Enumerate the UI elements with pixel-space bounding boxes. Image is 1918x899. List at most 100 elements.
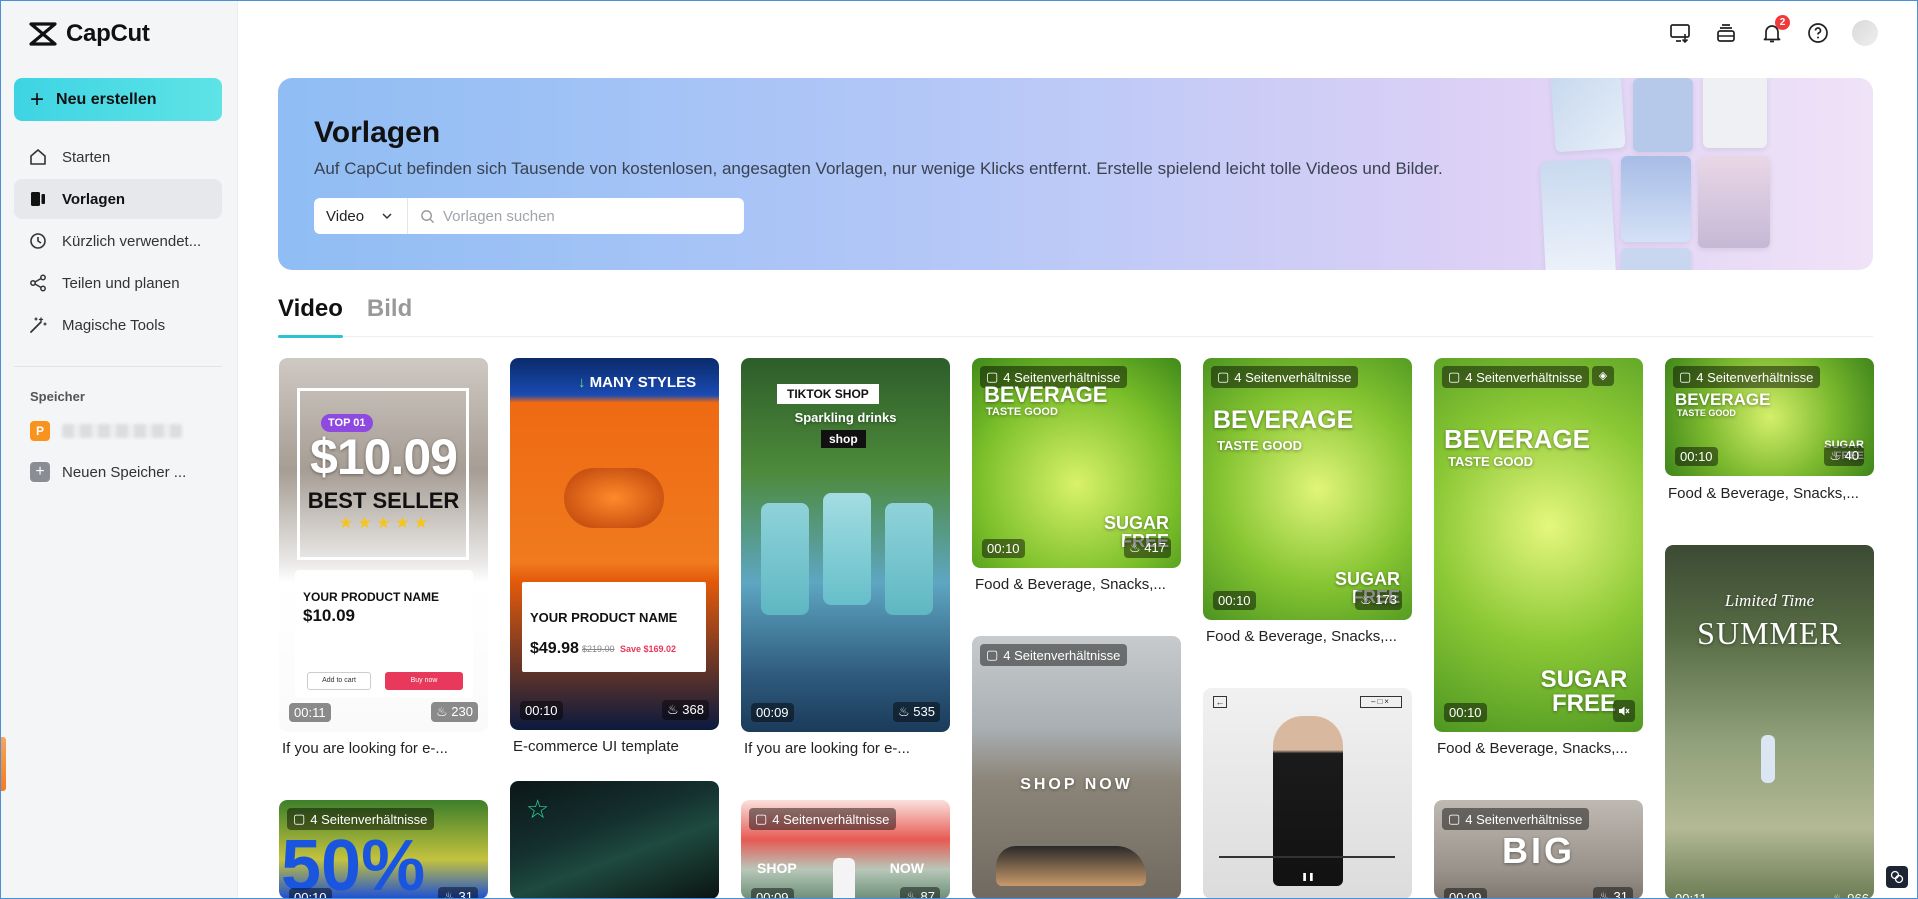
- template-card[interactable]: ▢ 4 Seitenverhältnisse BEVERAGE TASTE GO…: [1203, 358, 1412, 620]
- template-card[interactable]: ↓ MANY STYLES YOUR PRODUCT NAME $49.98 $…: [510, 358, 719, 730]
- banner-collage-image: [1533, 78, 1793, 270]
- best-seller-label: BEST SELLER: [307, 488, 460, 513]
- template-card[interactable]: TIKTOK SHOP Sparkling drinks shop 00:09 …: [741, 358, 950, 732]
- likes-count: ♨ 87: [900, 887, 940, 899]
- likes-value: 31: [1613, 889, 1628, 899]
- summer-title: SUMMER: [1697, 615, 1842, 651]
- plus-icon: +: [30, 462, 50, 482]
- space-item[interactable]: P: [30, 421, 182, 441]
- template-thumbnail: ▢ 4 Seitenverhältnisse SHOP NOW 00:09 ♨ …: [741, 800, 950, 899]
- sidebar-item-label: Teilen und planen: [62, 274, 180, 292]
- sidebar-item-starten[interactable]: Starten: [14, 137, 222, 177]
- rating-stars: ★ ★ ★ ★ ★: [338, 515, 429, 532]
- big-title: BIG: [1501, 830, 1575, 871]
- pause-icon[interactable]: ❚❚: [1299, 868, 1317, 886]
- template-card[interactable]: ← –□× ❚❚: [1203, 688, 1412, 899]
- aspect-ratio-badge: ▢ 4 Seitenverhältnisse: [1442, 808, 1590, 830]
- search-input[interactable]: [443, 207, 743, 225]
- product-name: YOUR PRODUCT NAME: [530, 610, 678, 625]
- duration-label: 00:09: [1444, 888, 1487, 899]
- new-space-label: Neuen Speicher ...: [62, 463, 187, 481]
- translate-floating-button[interactable]: [1886, 866, 1908, 888]
- template-thumbnail: ↓ MANY STYLES YOUR PRODUCT NAME $49.98 $…: [510, 358, 719, 730]
- template-card[interactable]: ▢ 4 Seitenverhältnisse 50% 00:10 ♨ 31: [279, 800, 488, 899]
- template-card[interactable]: Limited Time SUMMER: [1665, 545, 1874, 899]
- template-card[interactable]: ▢ 4 Seitenverhältnisse ◈ BEVERAGE TASTE …: [1434, 358, 1643, 732]
- many-styles-label: MANY STYLES: [589, 374, 697, 391]
- notifications-button[interactable]: 2: [1760, 15, 1790, 45]
- tab-bild[interactable]: Bild: [367, 293, 412, 337]
- template-card[interactable]: ▢ 4 Seitenverhältnisse SHOP NOW: [972, 636, 1181, 899]
- likes-value: 368: [682, 702, 704, 717]
- template-caption[interactable]: Food & Beverage, Snacks,...: [1206, 628, 1397, 645]
- duration-label: 00:09: [751, 888, 794, 899]
- template-caption[interactable]: Food & Beverage, Snacks,...: [975, 576, 1166, 593]
- product-price: $10.09: [303, 606, 355, 625]
- duration-label: 00:11: [1675, 891, 1707, 899]
- duration-label: 00:10: [1444, 703, 1487, 722]
- templates-banner: Vorlagen Auf CapCut befinden sich Tausen…: [278, 78, 1873, 270]
- space-name-redacted: [62, 424, 182, 438]
- template-caption[interactable]: If you are looking for e-...: [744, 740, 910, 757]
- template-card[interactable]: ▢ 4 Seitenverhältnisse SHOP NOW 00:09 ♨ …: [741, 800, 950, 899]
- likes-count: ♨ 535: [893, 702, 940, 722]
- help-icon[interactable]: [1806, 21, 1830, 45]
- template-card[interactable]: TOP 01 $10.09 BEST SELLER ★ ★ ★ ★ ★ YOUR…: [279, 358, 488, 732]
- side-edge-tab[interactable]: [0, 737, 6, 791]
- template-caption[interactable]: Food & Beverage, Snacks,...: [1437, 740, 1628, 757]
- download-monitor-icon[interactable]: [1668, 21, 1692, 45]
- taste-good-label: TASTE GOOD: [1448, 454, 1533, 469]
- magic-wand-icon: [30, 317, 47, 333]
- sidebar-item-label: Kürzlich verwendet...: [62, 232, 202, 250]
- ratio-label: 4 Seitenverhältnisse: [1465, 369, 1583, 385]
- sidebar-item-label: Starten: [62, 148, 111, 166]
- search-field: [408, 207, 744, 225]
- capcut-logo-icon: [29, 22, 57, 46]
- capcut-logo[interactable]: CapCut: [28, 20, 150, 48]
- likes-count: ♨ 173: [1355, 590, 1402, 610]
- likes-count: ♨ 230: [431, 702, 478, 722]
- capcut-app: CapCut + Neu erstellen Starten Vorlagen …: [0, 0, 1918, 899]
- user-avatar[interactable]: [1852, 20, 1878, 46]
- notification-badge: 2: [1775, 15, 1790, 30]
- sidebar-item-share[interactable]: Teilen und planen: [14, 263, 222, 303]
- taste-good-label: TASTE GOOD: [986, 406, 1058, 418]
- template-caption[interactable]: Food & Beverage, Snacks,...: [1668, 485, 1859, 502]
- template-caption[interactable]: E-commerce UI template: [513, 738, 679, 755]
- likes-count: ♨ 417: [1124, 538, 1171, 558]
- sidebar-item-magic-tools[interactable]: Magische Tools: [14, 305, 222, 345]
- media-type-select[interactable]: Video: [314, 198, 408, 234]
- likes-count: ♨ 40: [1824, 446, 1864, 466]
- create-new-button[interactable]: + Neu erstellen: [14, 78, 222, 121]
- likes-count: ♨ 31: [1593, 887, 1633, 899]
- template-thumbnail: ▢ 4 Seitenverhältnisse BEVERAGE TASTE GO…: [1203, 358, 1412, 620]
- sidebar-item-label: Magische Tools: [62, 316, 166, 334]
- search-icon: [421, 209, 435, 223]
- sidebar-divider: [14, 366, 222, 367]
- mute-icon[interactable]: [1613, 700, 1635, 722]
- template-card[interactable]: ☆: [510, 781, 719, 899]
- new-space-button[interactable]: + Neuen Speicher ...: [30, 462, 186, 482]
- duration-label: 00:11: [289, 703, 331, 722]
- aspect-ratio-badge: ▢ 4 Seitenverhältnisse: [1211, 366, 1359, 388]
- stack-icon[interactable]: [1714, 21, 1738, 45]
- likes-value: 31: [458, 889, 473, 899]
- sidebar-item-label: Vorlagen: [62, 190, 126, 208]
- template-card[interactable]: ▢ 4 Seitenverhältnisse BEVERAGE TASTE GO…: [1665, 358, 1874, 476]
- sidebar-nav: Starten Vorlagen Kürzlich verwendet... T…: [14, 137, 222, 347]
- duration-label: 00:10: [1213, 591, 1256, 610]
- tab-video[interactable]: Video: [278, 293, 343, 338]
- price-overlay: $10.09: [310, 429, 458, 485]
- template-thumbnail: ▢ 4 Seitenverhältnisse ◈ BEVERAGE TASTE …: [1434, 358, 1643, 732]
- template-card[interactable]: ▢ 4 Seitenverhältnisse BEVERAGE TASTE GO…: [972, 358, 1181, 568]
- beverage-title: BEVERAGE: [1213, 406, 1354, 434]
- template-caption[interactable]: If you are looking for e-...: [282, 740, 448, 757]
- sidebar-item-recent[interactable]: Kürzlich verwendet...: [14, 221, 222, 261]
- template-thumbnail: ▢ 4 Seitenverhältnisse BIG 00:09 ♨ 31: [1434, 800, 1643, 899]
- sidebar-item-vorlagen[interactable]: Vorlagen: [14, 179, 222, 219]
- plus-icon: +: [30, 85, 45, 113]
- ratio-label: 4 Seitenverhältnisse: [1696, 369, 1814, 385]
- template-card[interactable]: ▢ 4 Seitenverhältnisse BIG 00:09 ♨ 31: [1434, 800, 1643, 899]
- create-new-label: Neu erstellen: [56, 90, 157, 108]
- likes-count: ♨ 966: [1832, 891, 1869, 899]
